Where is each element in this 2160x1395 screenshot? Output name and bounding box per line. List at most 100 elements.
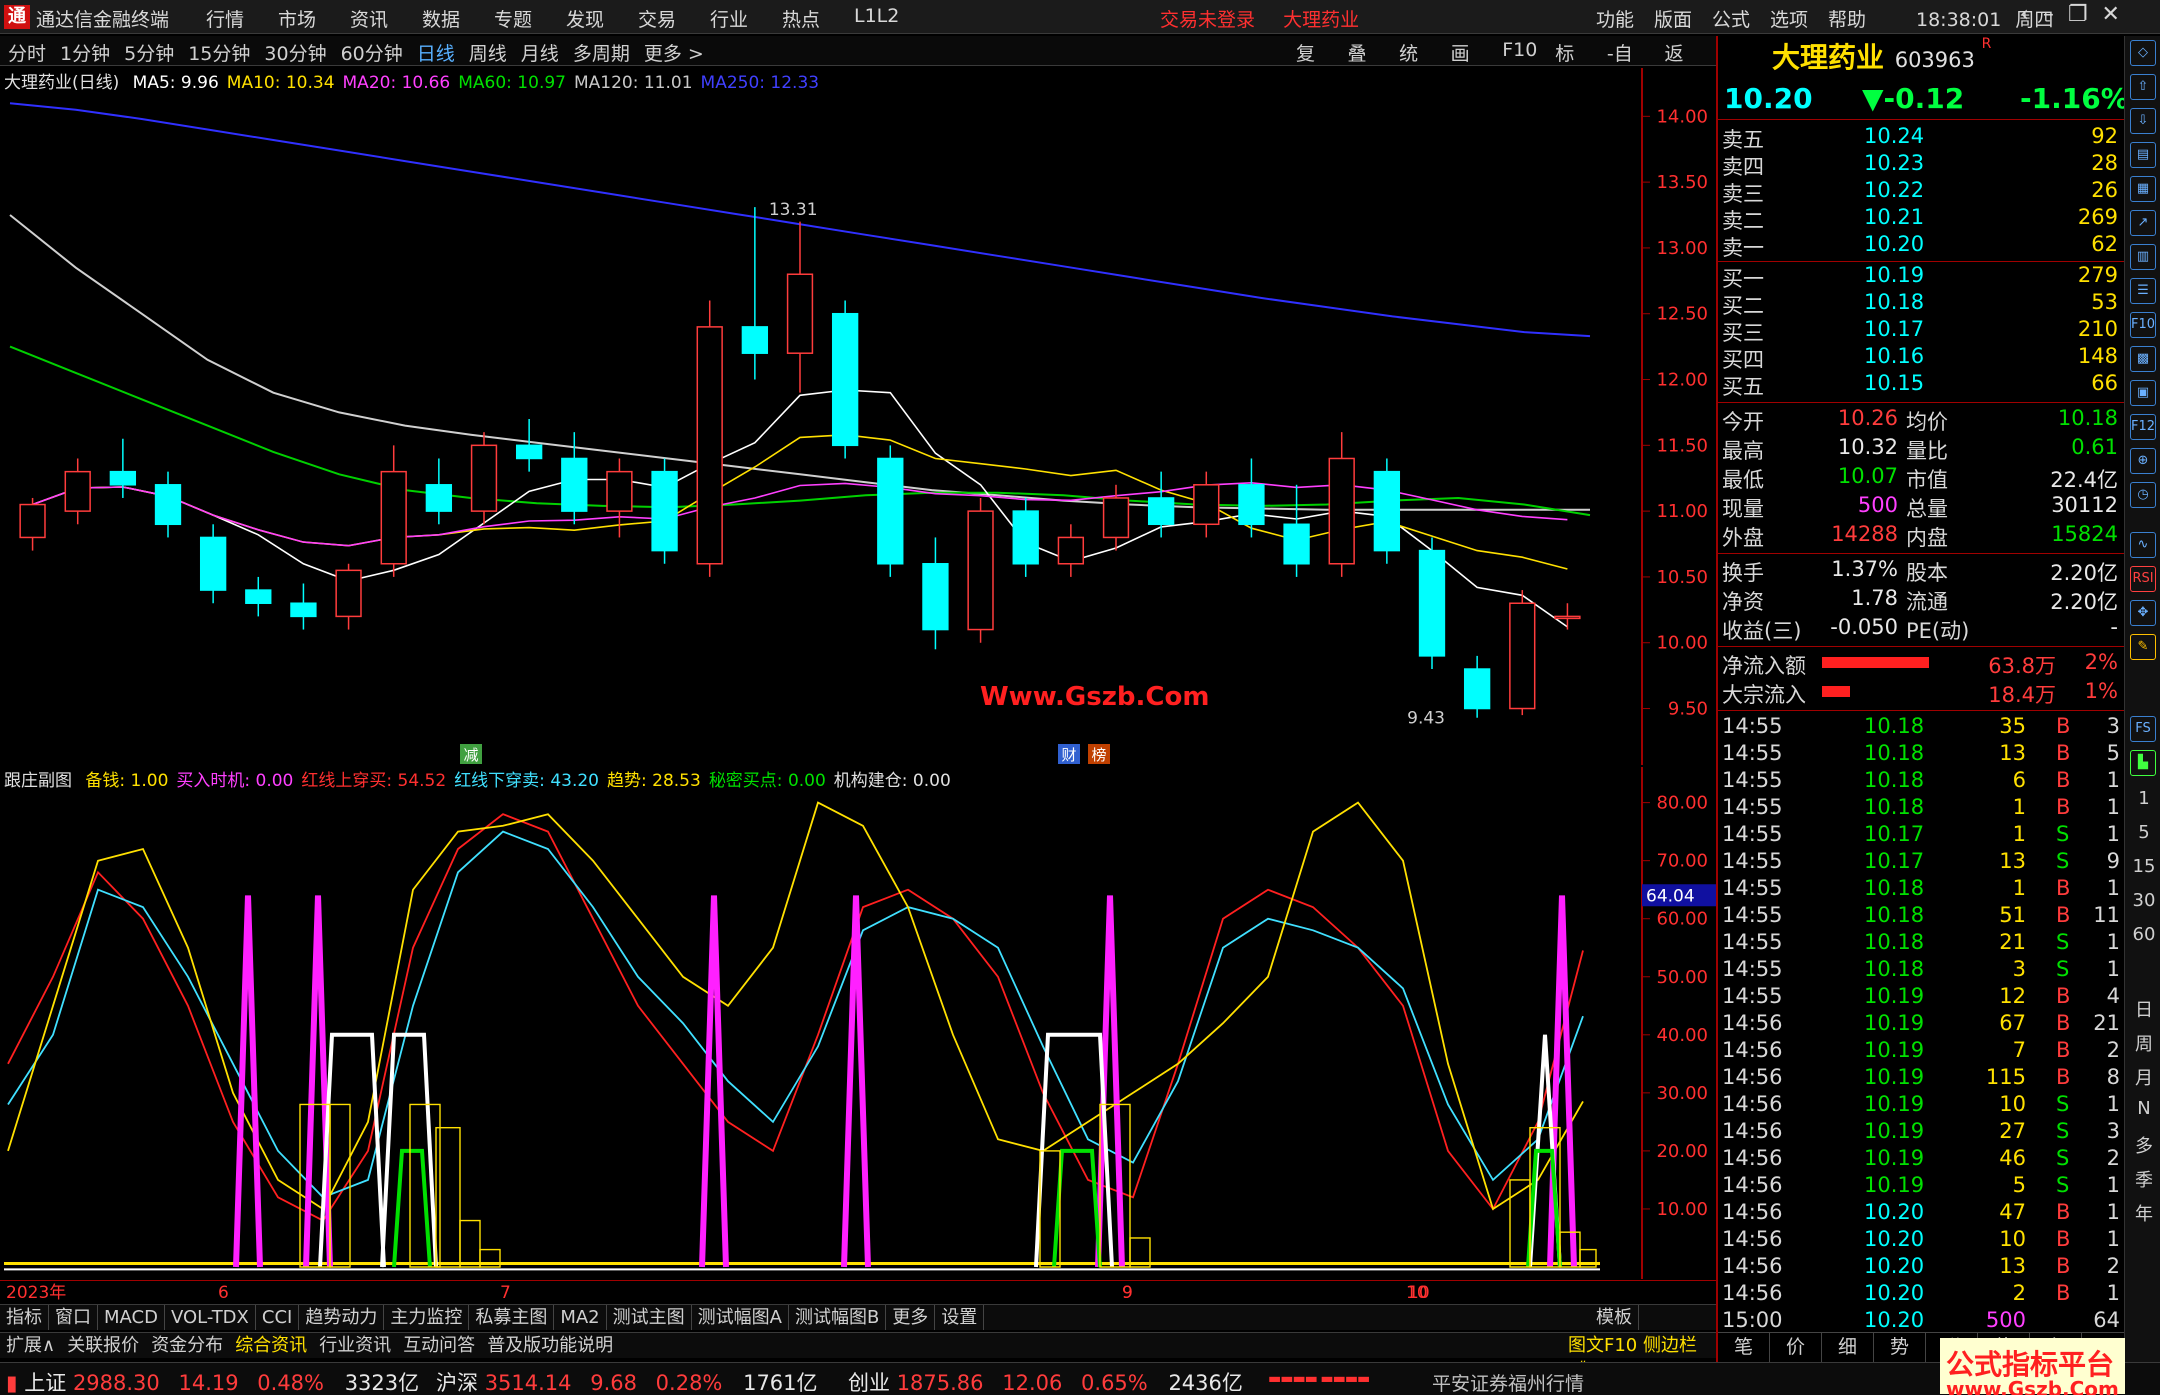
tick-row[interactable]: 14:56 10.20 10 B 1 [1718,1227,2124,1254]
period-tab-4[interactable]: 30分钟 [264,39,326,66]
indicator-tab[interactable]: 趋势动力 [299,1305,385,1330]
indicator-tab[interactable]: MA2 [554,1305,607,1330]
pen-icon[interactable]: ✎ [2130,634,2156,660]
order-book-row[interactable]: 买四 10.16 148 [1718,344,2124,372]
menu-item-7[interactable]: 行业 [710,5,782,32]
side-period-label[interactable]: N [2131,1098,2157,1119]
period-tab-1[interactable]: 1分钟 [60,39,110,66]
tick-row[interactable]: 14:56 10.19 115 B 8 [1718,1065,2124,1092]
candle[interactable] [470,432,498,525]
report-icon[interactable]: ▤ [2130,142,2156,168]
period-5-label[interactable]: 5 [2131,822,2157,843]
back-icon[interactable]: ‹ [2020,2,2029,27]
close-icon[interactable]: ✕ [2102,2,2120,27]
menu-item-3[interactable]: 数据 [422,5,494,32]
kline-icon[interactable]: ▥ [2130,244,2156,270]
tick-row[interactable]: 14:56 10.19 10 S 1 [1718,1092,2124,1119]
main-chart-area[interactable]: 14.00 13.50 13.00 12.50 12.00 11.50 11.00 10.50… [0,68,1716,765]
rsi-icon[interactable]: RSI [2130,566,2156,592]
menu-item-1[interactable]: 市场 [278,5,350,32]
index-cy[interactable]: 创业 1875.86 12.06 0.65% 2436亿 [848,1367,1243,1395]
panel-tab[interactable]: 细 [1822,1333,1874,1362]
tick-row[interactable]: 14:55 10.18 35 B 3 [1718,714,2124,741]
f12-icon[interactable]: F12 [2130,414,2156,440]
compass-icon[interactable]: ⊕ [2130,448,2156,474]
tick-row[interactable]: 15:00 10.20 500 64 [1718,1308,2124,1335]
period-30-label[interactable]: 30 [2131,890,2157,911]
menu-item-4[interactable]: 专题 [494,5,566,32]
trend-icon[interactable]: ↗ [2130,210,2156,236]
menu-item-2[interactable]: 资讯 [350,5,422,32]
tick-row[interactable]: 14:55 10.18 1 B 1 [1718,876,2124,903]
indicator-tab[interactable]: MACD [98,1305,165,1330]
right-menu-item-2[interactable]: 公式 [1712,5,1770,32]
info-tab[interactable]: 关联报价 [61,1333,145,1358]
period-60-label[interactable]: 60 [2131,924,2157,945]
panel-tab[interactable]: 价 [1770,1333,1822,1362]
list-icon[interactable]: ☰ [2130,278,2156,304]
tick-row[interactable]: 14:55 10.17 13 S 9 [1718,849,2124,876]
green-chart-icon[interactable]: ▙ [2130,750,2156,776]
indicator-tab[interactable]: CCI [256,1305,300,1330]
tick-row[interactable]: 14:55 10.18 6 B 1 [1718,768,2124,795]
side-period-label[interactable]: 日 [2131,996,2157,1022]
minimize-icon[interactable]: – [2043,2,2054,27]
panel-tab[interactable]: 笔 [1718,1333,1770,1362]
right-menu-item-1[interactable]: 版面 [1654,5,1712,32]
indicator-tab[interactable]: 私募主图 [469,1305,555,1330]
period-tab-3[interactable]: 15分钟 [188,39,250,66]
period-tab-7[interactable]: 周线 [469,39,507,66]
collapse-icon[interactable]: ◇ [2130,40,2156,66]
index-hs[interactable]: 沪深 3514.14 9.68 0.28% 1761亿 [436,1367,818,1395]
template-button[interactable]: 模板 [1590,1305,1639,1330]
doc-icon[interactable]: ▣ [2130,380,2156,406]
period-15-label[interactable]: 15 [2131,856,2157,877]
order-book-row[interactable]: 卖一 10.20 62 [1718,232,2124,260]
candle[interactable] [1373,458,1401,564]
tick-row[interactable]: 14:56 10.19 67 B 21 [1718,1011,2124,1038]
fs-icon[interactable]: FS [2130,716,2156,742]
indicator-tab[interactable]: 测试主图 [607,1305,692,1330]
right-menu-item-4[interactable]: 帮助 [1828,5,1886,32]
tick-row[interactable]: 14:55 10.17 1 S 1 [1718,822,2124,849]
tick-row[interactable]: 14:56 10.20 47 B 1 [1718,1200,2124,1227]
candle[interactable] [967,497,994,643]
candle[interactable] [877,445,904,577]
candle[interactable] [831,300,859,459]
menu-item-6[interactable]: 交易 [638,5,710,32]
tick-row[interactable]: 14:56 10.19 27 S 3 [1718,1119,2124,1146]
period-tab-6[interactable]: 日线 [417,39,455,66]
tick-row[interactable]: 14:55 10.19 12 B 4 [1718,984,2124,1011]
down-arrow-icon[interactable]: ⇩ [2130,108,2156,134]
panel-tab[interactable]: 势 [1874,1333,1926,1362]
login-status[interactable]: 交易未登录 [1160,9,1255,31]
side-period-label[interactable]: 季 [2131,1166,2157,1192]
index-sh[interactable]: ▮ 上证 2988.30 14.19 0.48% 3323亿 [6,1367,419,1395]
tick-row[interactable]: 14:55 10.18 3 S 1 [1718,957,2124,984]
table-icon[interactable]: ▦ [2130,176,2156,202]
candle[interactable] [696,300,723,577]
order-book-row[interactable]: 买三 10.17 210 [1718,317,2124,345]
event-marker[interactable]: 财 [1061,746,1076,764]
order-book-row[interactable]: 买二 10.18 53 [1718,290,2124,318]
period-1-label[interactable]: 1 [2131,788,2157,809]
tick-row[interactable]: 14:56 10.20 13 B 2 [1718,1254,2124,1281]
info-tab[interactable]: 普及版功能说明 [481,1333,619,1358]
indicator-tab[interactable]: 窗口 [49,1305,98,1330]
order-book-row[interactable]: 卖四 10.23 28 [1718,151,2124,179]
indicator-tab[interactable]: 指标 [0,1305,49,1330]
indicator-tab[interactable]: 主力监控 [384,1305,470,1330]
indicator-tab[interactable]: 测试幅图A [692,1305,789,1330]
tick-row[interactable]: 14:55 10.18 1 B 1 [1718,795,2124,822]
indicator-chart-svg[interactable]: 80.00 70.00 60.00 50.00 40.00 30.00 20.00 10.00… [0,767,1716,1279]
side-period-label[interactable]: 多 [2131,1132,2157,1158]
tick-row[interactable]: 14:55 10.18 21 S 1 [1718,930,2124,957]
tick-row[interactable]: 14:55 10.18 51 B 11 [1718,903,2124,930]
side-period-label[interactable]: 周 [2131,1030,2157,1056]
indicator-tab[interactable]: 测试幅图B [789,1305,887,1330]
menu-item-8[interactable]: 热点 [782,5,854,32]
period-tab-2[interactable]: 5分钟 [124,39,174,66]
clock-icon[interactable]: ◷ [2130,482,2156,508]
event-marker[interactable]: 榜 [1091,746,1106,764]
tick-row[interactable]: 14:55 10.18 13 B 5 [1718,741,2124,768]
